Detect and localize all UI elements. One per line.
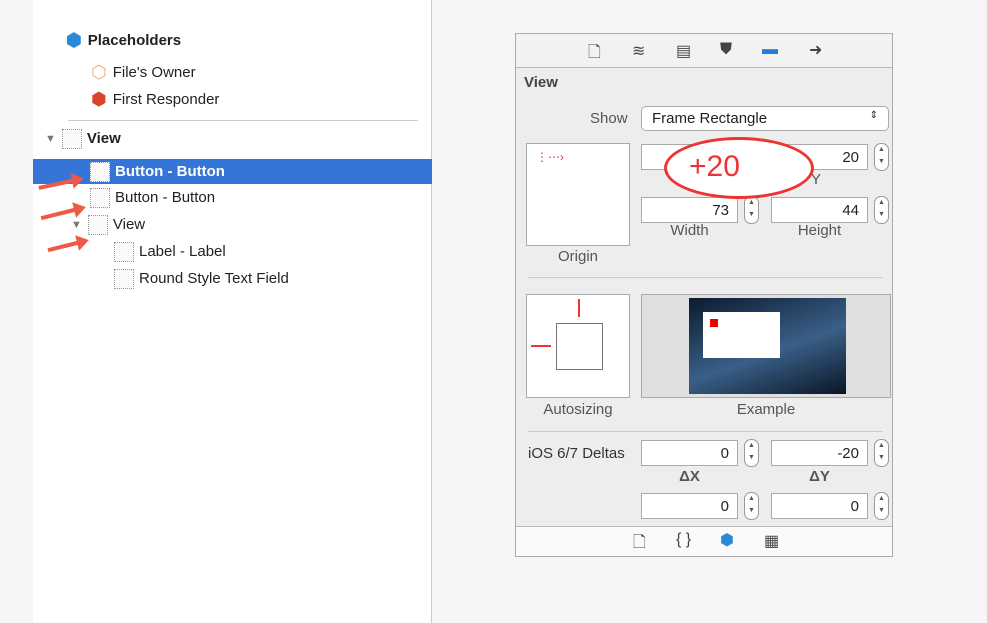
height-stepper[interactable]: ▲ ▼ xyxy=(874,196,889,224)
callout-bubble: +20 xyxy=(664,137,814,199)
height-field[interactable]: 44 xyxy=(771,197,868,223)
example-view xyxy=(703,312,780,358)
chevron-updown-icon: ⇕ xyxy=(869,110,878,121)
quick-help-icon[interactable]: ≋ xyxy=(632,41,645,61)
origin-label: Origin xyxy=(557,248,598,265)
height-label: Height xyxy=(797,222,842,239)
outline-item[interactable]: Button - Button xyxy=(90,185,215,210)
attributes-icon[interactable]: ⛊ xyxy=(720,41,732,59)
show-value: Frame Rectangle xyxy=(652,110,768,127)
delta-y-stepper[interactable]: ▲ ▼ xyxy=(874,439,889,467)
view-icon xyxy=(61,128,82,149)
library-tab-bar: 🗋 { } ⬢ ▦ xyxy=(516,526,892,556)
view-item[interactable]: ▼ View xyxy=(45,126,121,151)
placeholders-header[interactable]: ⬢ Placeholders xyxy=(66,28,181,53)
autosizing-inner-box xyxy=(556,323,603,370)
object-library-icon[interactable]: ⬢ xyxy=(720,530,734,550)
outline-item-label: Label - Label xyxy=(139,243,226,260)
first-responder-item[interactable]: ⬢ First Responder xyxy=(91,87,219,112)
width-label: Width xyxy=(670,222,709,239)
section-title: View xyxy=(524,74,558,91)
first-responder-icon: ⬢ xyxy=(91,89,107,109)
outline-item-label: Round Style Text Field xyxy=(139,270,289,287)
show-label: Show xyxy=(590,110,628,127)
delta-width-field[interactable]: 0 xyxy=(641,493,738,519)
file-icon[interactable]: 🗋 xyxy=(588,41,601,68)
top-strut-icon[interactable] xyxy=(578,299,580,317)
button-icon xyxy=(90,161,110,182)
size-ruler-icon[interactable]: ▬ xyxy=(762,41,778,59)
divider xyxy=(68,120,418,121)
size-inspector: 🗋 ≋ ▤ ⛊ ▬ ➜ View Show Frame Rectangle ⇕ ⋮… xyxy=(515,33,893,557)
view-label: View xyxy=(86,130,121,147)
connections-icon[interactable]: ➜ xyxy=(809,40,822,60)
file-template-icon[interactable]: 🗋 xyxy=(633,531,646,558)
example-image xyxy=(689,298,846,394)
delta-x-stepper[interactable]: ▲ ▼ xyxy=(744,439,759,467)
cube-icon: ⬢ xyxy=(66,30,82,50)
delta-height-field[interactable]: 0 xyxy=(771,493,868,519)
disclosure-triangle-icon[interactable]: ▼ xyxy=(71,219,82,231)
left-strut-icon[interactable] xyxy=(531,345,551,347)
delta-x-label: ΔX xyxy=(679,468,700,485)
media-library-icon[interactable]: ▦ xyxy=(764,531,779,551)
origin-picker[interactable]: ⋮⋯› xyxy=(526,143,630,246)
files-owner-icon: ⬡ xyxy=(91,62,107,82)
example-label: Example xyxy=(736,401,796,418)
files-owner-item[interactable]: ⬡ File's Owner xyxy=(91,60,196,85)
first-responder-label: First Responder xyxy=(112,91,220,108)
y-stepper[interactable]: ▲ ▼ xyxy=(874,143,889,171)
button-icon xyxy=(90,187,110,208)
disclosure-triangle-icon[interactable]: ▼ xyxy=(45,133,56,145)
width-stepper[interactable]: ▲ ▼ xyxy=(744,196,759,224)
text-field-icon xyxy=(114,268,134,289)
autosizing-label: Autosizing xyxy=(543,401,613,418)
outline-item-label: Button - Button xyxy=(115,189,216,206)
outline-item-label: Button - Button xyxy=(115,163,225,180)
identity-icon[interactable]: ▤ xyxy=(676,41,691,61)
delta-height-stepper[interactable]: ▲ ▼ xyxy=(874,492,889,520)
width-field[interactable]: 73 xyxy=(641,197,738,223)
origin-corner-icon: ⋮⋯› xyxy=(536,150,564,164)
outline-item[interactable]: Round Style Text Field xyxy=(114,266,289,291)
callout-text: +20 xyxy=(689,150,740,183)
view-icon xyxy=(87,214,108,235)
outline-item[interactable]: Button - Button xyxy=(33,159,432,184)
document-outline: ⬢ Placeholders ⬡ File's Owner ⬢ First Respo… xyxy=(33,0,432,623)
placeholders-label: Placeholders xyxy=(87,32,182,49)
deltas-label: iOS 6/7 Deltas xyxy=(528,445,625,462)
code-snippet-icon[interactable]: { } xyxy=(676,531,691,549)
delta-y-label: ΔY xyxy=(809,468,830,485)
delta-x-field[interactable]: 0 xyxy=(641,440,738,466)
example-preview xyxy=(641,294,891,398)
outline-item-label: View xyxy=(112,216,146,233)
divider xyxy=(528,431,883,432)
delta-width-stepper[interactable]: ▲ ▼ xyxy=(744,492,759,520)
outline-item[interactable]: Label - Label xyxy=(114,239,226,264)
files-owner-label: File's Owner xyxy=(112,64,196,81)
delta-y-field[interactable]: -20 xyxy=(771,440,868,466)
show-dropdown[interactable]: Frame Rectangle ⇕ xyxy=(641,106,889,131)
inspector-tab-bar: 🗋 ≋ ▤ ⛊ ▬ ➜ xyxy=(516,34,892,68)
label-icon xyxy=(114,241,134,262)
divider xyxy=(528,277,883,278)
autosizing-control[interactable] xyxy=(526,294,630,398)
